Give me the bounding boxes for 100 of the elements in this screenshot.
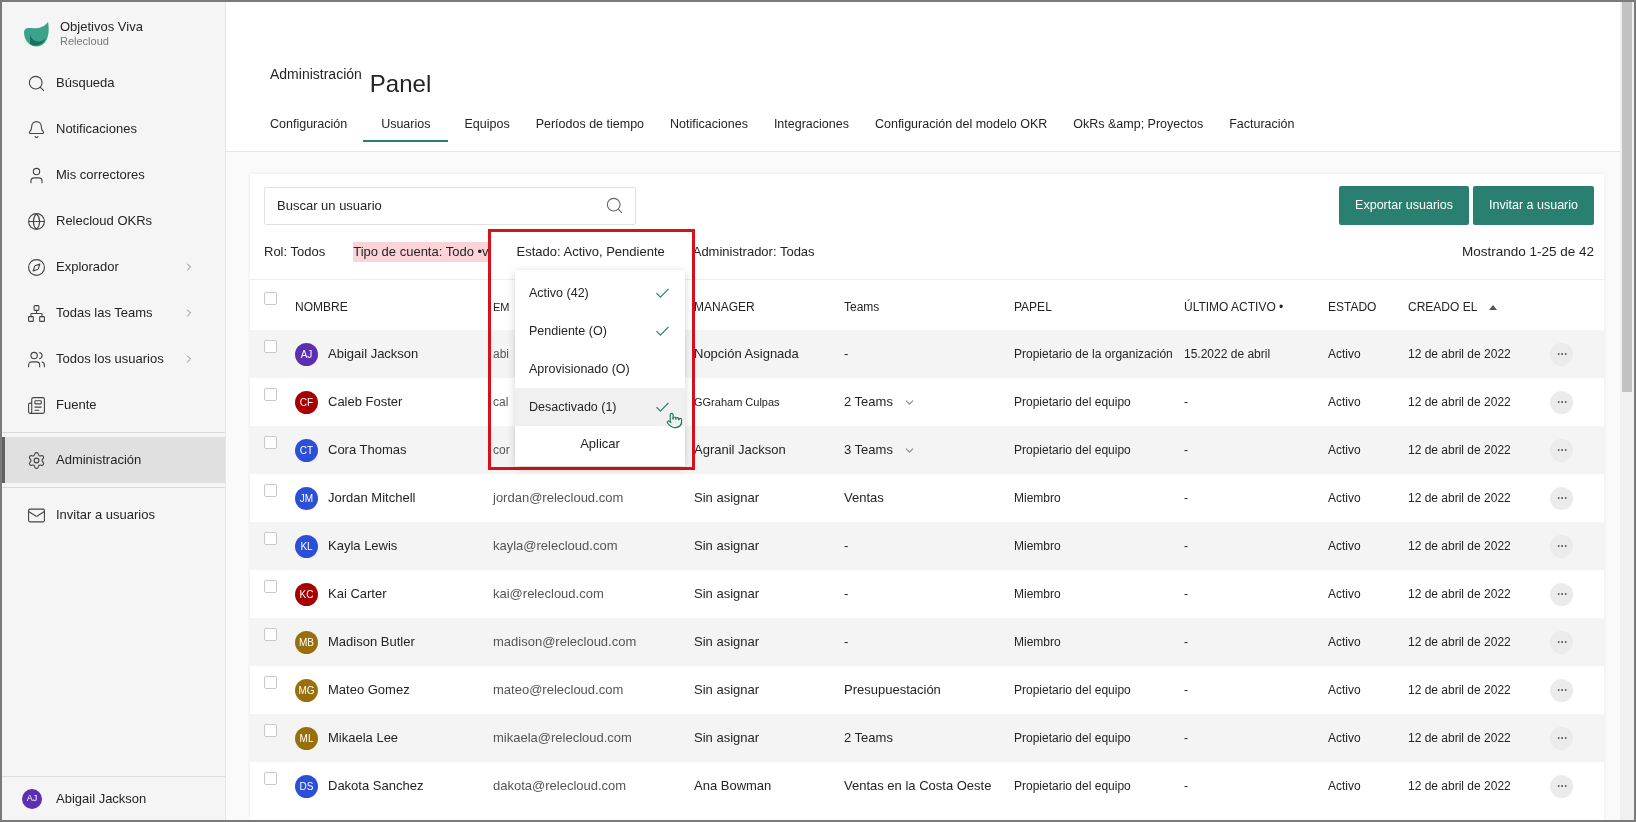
sidebar-item[interactable]: Búsqueda xyxy=(2,60,225,106)
table-cell-text: Dakota Sanchez xyxy=(328,777,424,796)
tab[interactable]: OkRs &amp; Proyectos xyxy=(1073,108,1204,142)
table-cell-text: Sin asignar xyxy=(694,537,760,556)
table-row[interactable]: KC Kai Carter kai@relecloud.com Sin asignar - Miembro - Activo 12 de abril de 2022 xyxy=(250,570,1604,618)
filter-dropdown[interactable]: Tipo de cuenta: Todo •v xyxy=(353,242,489,262)
more-button[interactable] xyxy=(1550,438,1573,462)
sidebar-item[interactable]: Todas las Teams xyxy=(2,290,225,336)
more-button[interactable] xyxy=(1550,534,1573,558)
table-cell-text: Cora Thomas xyxy=(328,441,407,460)
table-cell-text: - xyxy=(1184,442,1188,459)
tab[interactable]: Integraciones xyxy=(773,108,849,142)
toolbar-button[interactable]: Exportar usuarios xyxy=(1339,186,1470,225)
person-icon xyxy=(27,165,46,185)
sidebar-item[interactable]: Invitar a usuarios xyxy=(2,492,225,538)
sidebar-item[interactable]: Todos los usuarios xyxy=(2,336,225,382)
checkbox[interactable] xyxy=(264,628,277,641)
toolbar-button[interactable]: Invitar a usuario xyxy=(1473,186,1594,225)
tab[interactable]: Configuración del modelo OKR xyxy=(874,108,1048,142)
globe-icon xyxy=(27,211,46,231)
column-header[interactable]: CREADO EL xyxy=(1408,294,1498,316)
table-cell-text: 12 de abril de 2022 xyxy=(1408,346,1511,363)
table-cell-text: Caleb Foster xyxy=(328,393,403,412)
more-button[interactable] xyxy=(1550,342,1573,366)
sidebar-item[interactable]: Administración xyxy=(2,437,225,483)
hand-cursor-icon xyxy=(666,412,683,429)
filter-dropdown[interactable]: Estado: Activo, Pendiente xyxy=(516,242,665,262)
search-field[interactable]: Buscar un usuario xyxy=(264,186,636,225)
column-header[interactable]: ÚLTIMO ACTIVO • xyxy=(1184,294,1284,316)
tab[interactable]: Configuración xyxy=(270,108,348,142)
table-cell-text: Activo xyxy=(1328,634,1361,651)
sort-up-icon xyxy=(1489,304,1498,310)
tab[interactable]: Equipos xyxy=(464,108,510,142)
filter-dropdown[interactable]: Administrador: Todas xyxy=(692,242,815,262)
more-button[interactable] xyxy=(1550,630,1573,654)
tab[interactable]: Facturación xyxy=(1229,108,1295,142)
table-row[interactable]: MB Madison Butler madison@relecloud.com Sin asignar - Miembro - Activo 12 de abril de 2022 xyxy=(250,618,1604,666)
sidebar-item[interactable]: Explorador xyxy=(2,244,225,290)
table-cell-text: Nopción Asignada xyxy=(694,345,799,364)
sidebar-item[interactable]: Mis correctores xyxy=(2,152,225,198)
teams-cell-text: 2 Teams xyxy=(844,729,893,748)
tab[interactable]: Períodos de tiempo xyxy=(535,108,645,142)
more-button[interactable] xyxy=(1550,774,1573,798)
table-cell-text: 12 de abril de 2022 xyxy=(1408,730,1511,747)
filter-dropdown[interactable]: Rol: Todos xyxy=(264,242,326,262)
table-cell-text: Sin asignar xyxy=(694,585,760,604)
table-row[interactable]: KL Kayla Lewis kayla@relecloud.com Sin asignar - Miembro - Activo 12 de abril de 2022 xyxy=(250,522,1604,570)
menu-option[interactable]: Desactivado (1) xyxy=(515,388,685,426)
table-cell-text: Activo xyxy=(1328,442,1361,459)
checkbox[interactable] xyxy=(264,532,277,545)
table-cell-text: 12 de abril de 2022 xyxy=(1408,490,1511,507)
more-button[interactable] xyxy=(1550,582,1573,606)
more-button[interactable] xyxy=(1550,390,1573,414)
menu-option[interactable]: Activo (42) xyxy=(515,274,685,312)
user-name: Abigail Jackson xyxy=(56,789,147,808)
table-row[interactable]: JM Jordan Mitchell jordan@relecloud.com Sin asignar Ventas Miembro - Activo 12 de abril de 2022 xyxy=(250,474,1604,522)
table-cell-text: Sin asignar xyxy=(694,633,760,652)
column-header[interactable]: ESTADO xyxy=(1328,294,1377,316)
teams-cell-text: - xyxy=(844,537,849,556)
avatar: JM xyxy=(295,486,318,510)
table-row[interactable]: MG Mateo Gomez mateo@relecloud.com Sin asignar Presupuestación Propietario del equipo - Activo 12 de abril de 2022 xyxy=(250,666,1604,714)
table-cell-text: - xyxy=(1184,538,1188,555)
column-header[interactable]: EM xyxy=(493,294,510,316)
checkbox[interactable] xyxy=(264,484,277,497)
more-button[interactable] xyxy=(1550,678,1573,702)
sidebar-item[interactable]: Notificaciones xyxy=(2,106,225,152)
table-row[interactable]: DS Dakota Sanchez dakota@relecloud.com Ana Bowman Ventas en la Costa Oeste Propietario del equipo - Activo 12 de abril de 2022 xyxy=(250,762,1604,810)
checkbox[interactable] xyxy=(264,436,277,449)
checkbox[interactable] xyxy=(264,724,277,737)
more-button[interactable] xyxy=(1550,486,1573,510)
table-cell-text: - xyxy=(1184,490,1188,507)
table-cell-text: dakota@relecloud.com xyxy=(493,777,627,796)
table-cell-text: Activo xyxy=(1328,394,1361,411)
table-cell-text: Miembro xyxy=(1014,538,1061,555)
checkbox[interactable] xyxy=(264,388,277,401)
table-cell-text: Activo xyxy=(1328,346,1361,363)
column-header[interactable]: Teams xyxy=(844,294,880,316)
scrollbar[interactable] xyxy=(1620,2,1634,820)
table-cell-text: Propietario de la organización xyxy=(1014,346,1173,363)
column-header[interactable]: PAPEL xyxy=(1014,294,1052,316)
checkbox[interactable] xyxy=(264,292,277,305)
column-header[interactable]: MANAGER xyxy=(694,294,755,316)
checkbox[interactable] xyxy=(264,580,277,593)
table-row[interactable]: ML Mikaela Lee mikaela@relecloud.com Sin asignar 2 Teams Propietario del equipo - Activo 12 de abril de 2022 xyxy=(250,714,1604,762)
column-header[interactable]: NOMBRE xyxy=(295,294,348,316)
table-cell-text: - xyxy=(1184,586,1188,603)
tab[interactable]: Usuarios xyxy=(363,108,449,142)
apply-button[interactable]: Aplicar xyxy=(515,426,685,462)
checkbox[interactable] xyxy=(264,676,277,689)
table-cell-text: Sin asignar xyxy=(694,489,760,508)
sidebar-item[interactable]: Fuente xyxy=(2,382,225,428)
settings-icon xyxy=(27,450,46,470)
table-cell-text: Propietario del equipo xyxy=(1014,394,1131,411)
people-icon xyxy=(27,349,46,369)
more-button[interactable] xyxy=(1550,726,1573,750)
checkbox[interactable] xyxy=(264,772,277,785)
checkbox[interactable] xyxy=(264,340,277,353)
sidebar-item[interactable]: Relecloud OKRs xyxy=(2,198,225,244)
table-cell-text: 12 de abril de 2022 xyxy=(1408,394,1511,411)
tab[interactable]: Notificaciones xyxy=(670,108,748,142)
